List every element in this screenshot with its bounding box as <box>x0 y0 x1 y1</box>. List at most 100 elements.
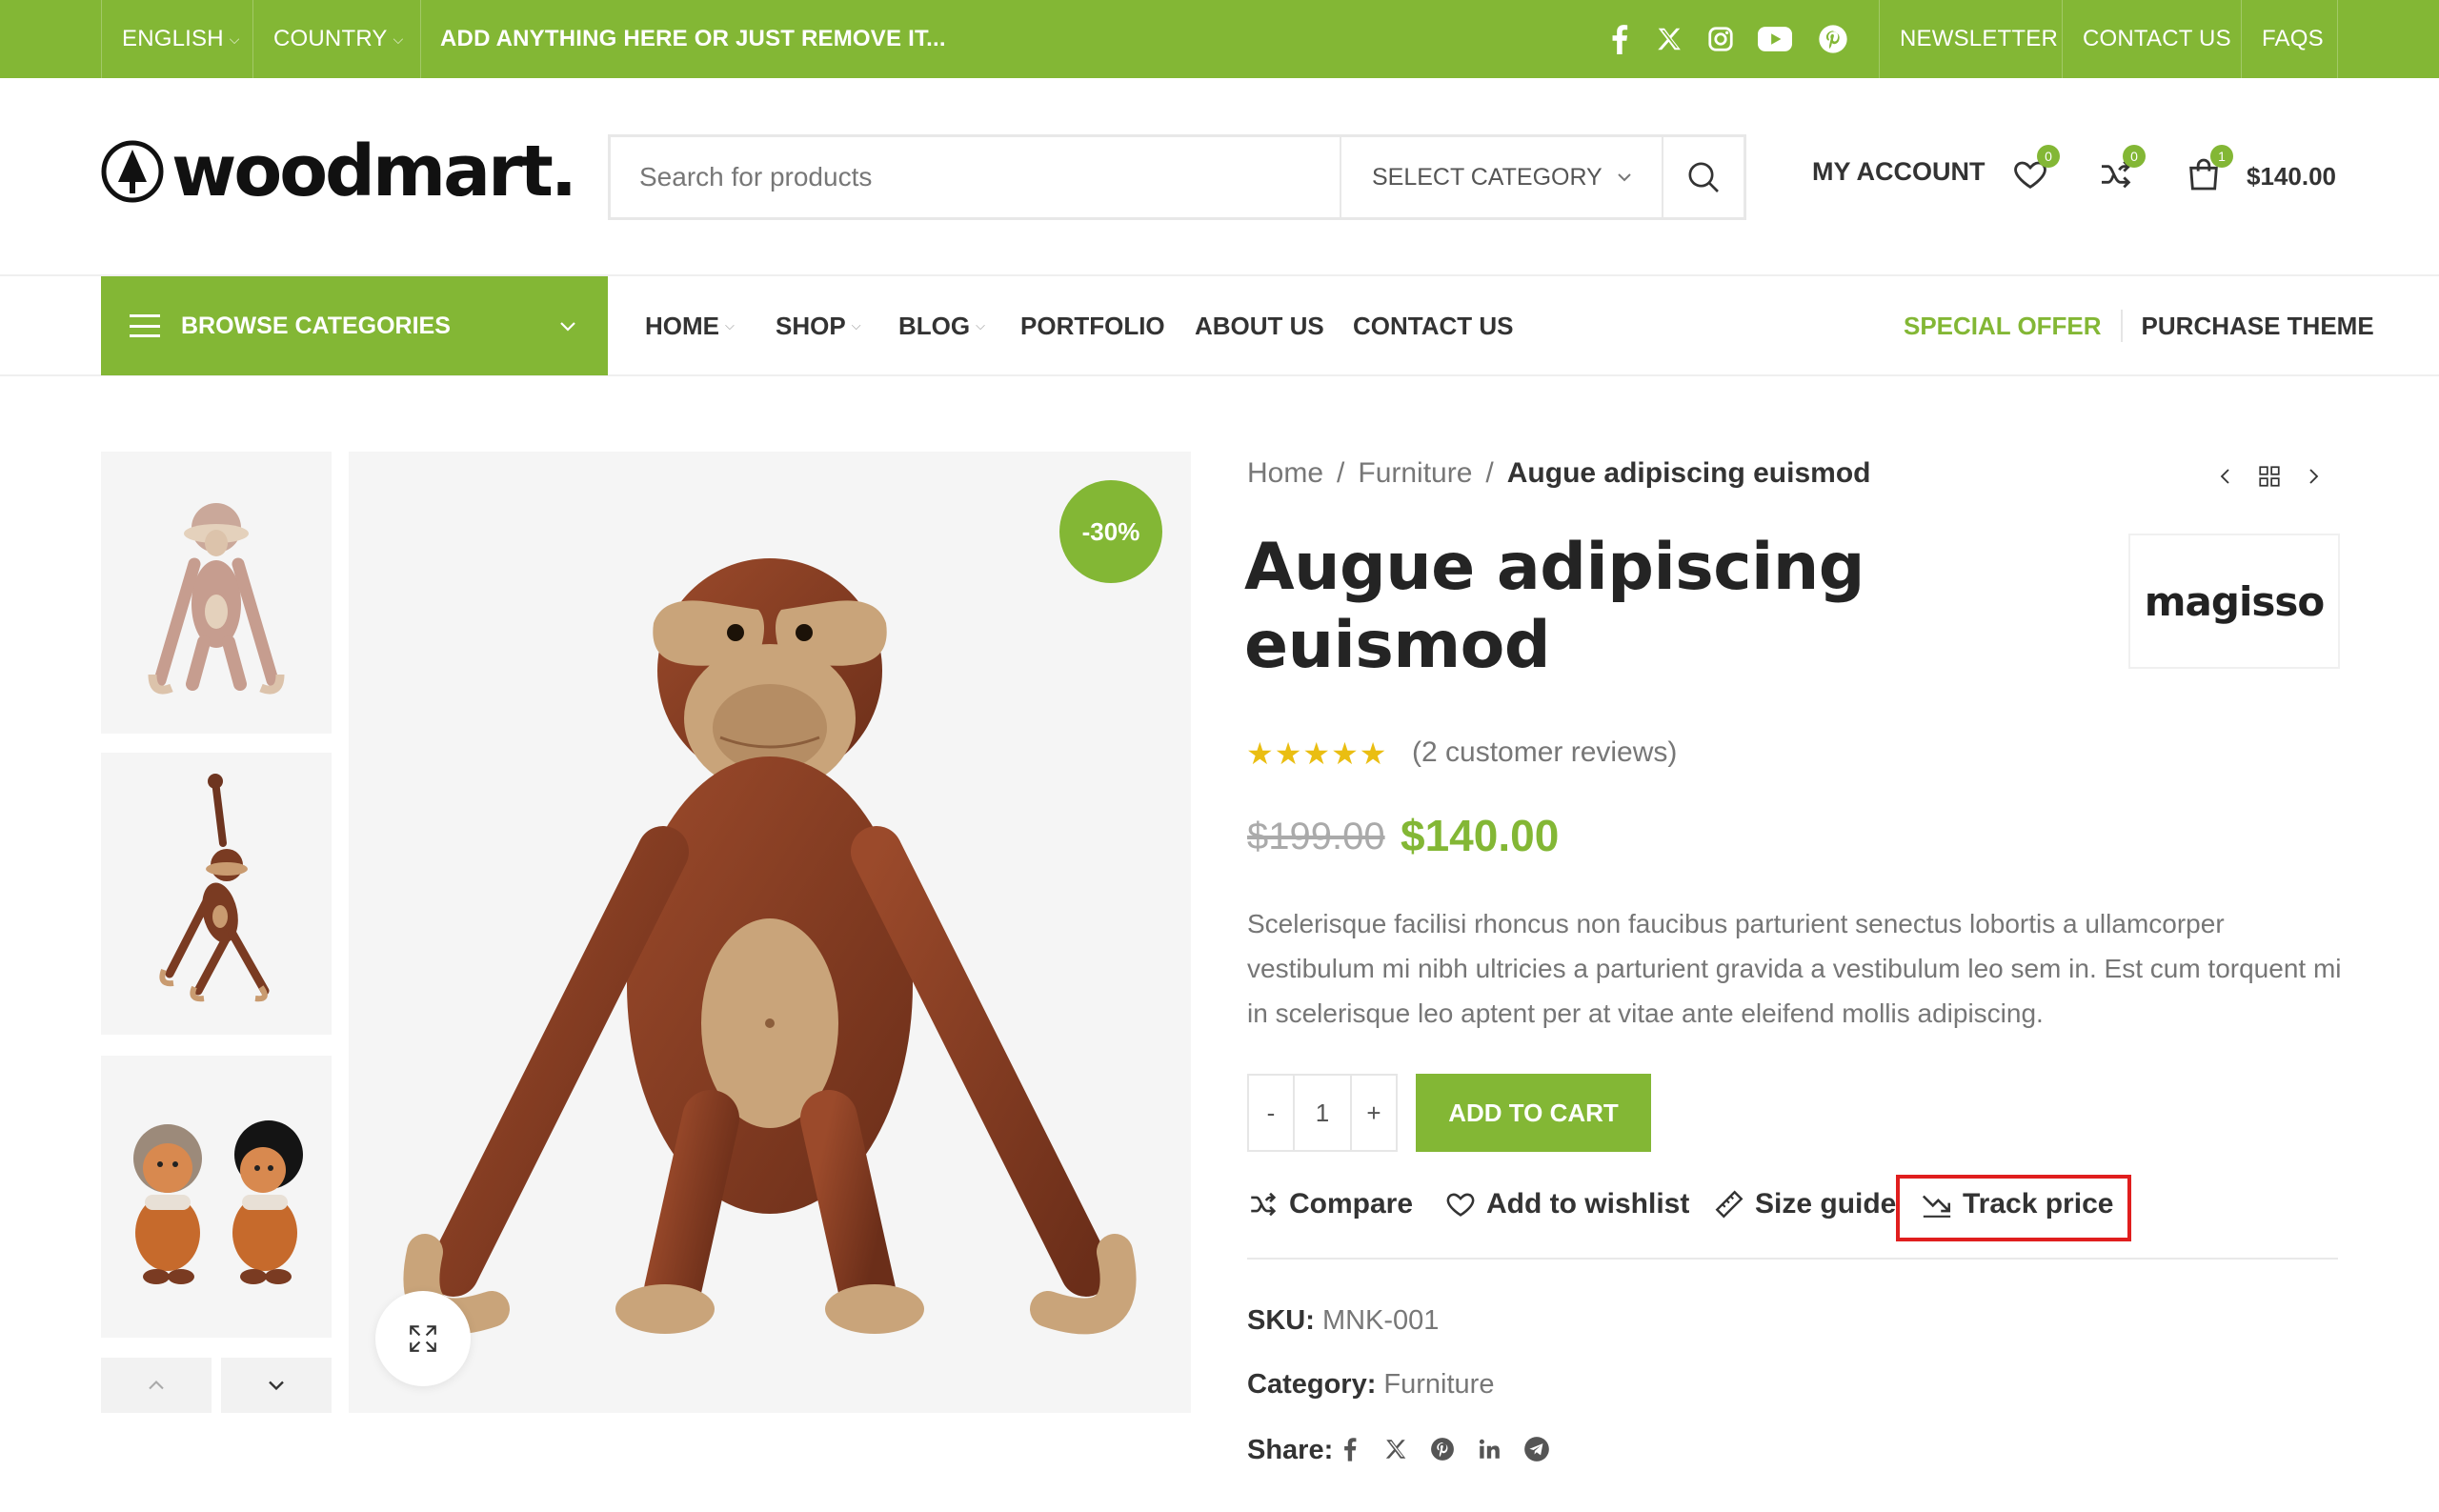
x-twitter-icon[interactable] <box>1380 1433 1412 1465</box>
nav-item-home[interactable]: HOME ⌵ <box>645 276 735 375</box>
browse-categories-button[interactable]: BROWSE CATEGORIES <box>101 276 608 375</box>
search-form: SELECT CATEGORY <box>608 134 1746 220</box>
nav-item-contact-us[interactable]: CONTACT US <box>1353 276 1514 375</box>
compare-count-badge: 0 <box>2123 145 2146 168</box>
faqs-link[interactable]: FAQS <box>2262 0 2324 78</box>
product-description: Scelerisque facilisi rhoncus non faucibu… <box>1247 909 2342 1028</box>
language-select[interactable]: ENGLISH ⌵ <box>122 0 240 78</box>
thumbnails-next-button[interactable] <box>221 1358 332 1413</box>
logo-text: woodmart. <box>171 131 577 212</box>
my-account-link[interactable]: MY ACCOUNT <box>1812 157 1985 187</box>
quantity-input[interactable]: 1 <box>1293 1076 1352 1150</box>
compare-action[interactable]: Compare <box>1247 1179 1413 1229</box>
country-label: COUNTRY <box>273 26 388 51</box>
quantity-decrease-button[interactable]: - <box>1249 1076 1293 1150</box>
add-to-wishlist-action[interactable]: Add to wishlist <box>1444 1179 1689 1229</box>
chevron-down-icon: ⌵ <box>851 318 861 333</box>
ruler-icon <box>1715 1190 1744 1219</box>
shuffle-icon <box>1251 1192 1277 1217</box>
product-thumbnail[interactable] <box>101 452 332 734</box>
star-rating: ★★★★★ <box>1246 736 1388 771</box>
facebook-icon[interactable] <box>1601 20 1639 58</box>
telegram-icon[interactable] <box>1521 1433 1553 1465</box>
youtube-icon[interactable] <box>1756 20 1794 58</box>
breadcrumb-furniture[interactable]: Furniture <box>1358 457 1472 489</box>
search-icon <box>1688 162 1719 192</box>
pinterest-icon[interactable] <box>1426 1433 1459 1465</box>
divider <box>1247 1258 2338 1260</box>
chevron-right-icon <box>2309 469 2319 484</box>
country-select[interactable]: COUNTRY ⌵ <box>273 0 403 78</box>
top-bar: ENGLISH ⌵ COUNTRY ⌵ ADD ANYTHING HERE OR J… <box>0 0 2439 78</box>
browse-categories-label: BROWSE CATEGORIES <box>181 312 451 339</box>
divider <box>2120 310 2123 342</box>
chevron-down-icon: ⌵ <box>976 318 985 333</box>
figures-thumbnail-image <box>133 1120 303 1284</box>
x-twitter-icon[interactable] <box>1650 20 1688 58</box>
nav-item-shop[interactable]: SHOP ⌵ <box>776 276 861 375</box>
cart-button[interactable]: 1 <box>2182 145 2233 196</box>
compare-button[interactable]: 0 <box>2094 145 2146 196</box>
product-title: Augue adipiscing euismod <box>1244 530 1865 683</box>
purchase-theme-link[interactable]: PURCHASE THEME <box>2142 312 2374 341</box>
wooden-monkey-image <box>403 558 1137 1335</box>
product-thumbnail[interactable] <box>101 1056 332 1338</box>
quantity-increase-button[interactable]: + <box>1352 1076 1396 1150</box>
site-logo[interactable]: woodmart. <box>101 131 577 212</box>
expand-icon <box>410 1325 436 1352</box>
hanging-monkey-thumbnail-image <box>159 774 270 1002</box>
nav-item-label: BLOG <box>898 311 971 340</box>
add-to-cart-button[interactable]: ADD TO CART <box>1416 1074 1651 1152</box>
cart-total[interactable]: $140.00 <box>2247 162 2336 192</box>
back-to-shop-button[interactable] <box>2252 459 2287 494</box>
divider <box>2337 0 2338 78</box>
sale-price: $140.00 <box>1401 811 1560 860</box>
instagram-icon[interactable] <box>1702 20 1740 58</box>
zoom-button[interactable] <box>375 1291 471 1386</box>
category-row: Category: Furniture <box>1247 1369 1494 1401</box>
promo-text: ADD ANYTHING HERE OR JUST REMOVE IT... <box>440 26 946 51</box>
linkedin-icon[interactable] <box>1473 1433 1505 1465</box>
search-input[interactable] <box>611 137 1340 217</box>
divider <box>1879 0 1880 78</box>
chevron-down-icon: ⌵ <box>393 30 404 47</box>
nav-item-label: SHOP <box>776 311 846 340</box>
menu-icon <box>130 314 160 337</box>
grid-icon <box>2259 466 2280 487</box>
chevron-down-icon <box>269 1381 284 1391</box>
sale-badge: -30% <box>1059 480 1162 583</box>
size-guide-label: Size guide <box>1755 1188 1897 1220</box>
category-select[interactable]: SELECT CATEGORY <box>1340 137 1662 217</box>
size-guide-action[interactable]: Size guide <box>1713 1179 1896 1229</box>
nav-item-blog[interactable]: BLOG ⌵ <box>898 276 985 375</box>
compare-label: Compare <box>1289 1188 1414 1220</box>
divider <box>252 0 253 78</box>
contact-us-link[interactable]: CONTACT US <box>2083 0 2231 78</box>
divider <box>2241 0 2242 78</box>
brand-name: magisso <box>2144 577 2325 625</box>
prev-product-button[interactable] <box>2208 459 2243 494</box>
breadcrumb-home[interactable]: Home <box>1247 457 1323 489</box>
product-thumbnail[interactable] <box>101 753 332 1035</box>
pinterest-icon[interactable] <box>1814 20 1852 58</box>
wishlist-count-badge: 0 <box>2037 145 2060 168</box>
search-button[interactable] <box>1662 137 1744 217</box>
thumbnails-prev-button[interactable] <box>101 1358 212 1413</box>
reviews-link[interactable]: (2 customer reviews) <box>1412 736 1677 769</box>
main-product-image[interactable] <box>349 452 1191 1413</box>
nav-item-portfolio[interactable]: PORTFOLIO <box>1020 276 1165 375</box>
wishlist-button[interactable]: 0 <box>2008 145 2060 196</box>
special-offer-link[interactable]: SPECIAL OFFER <box>1904 312 2102 341</box>
next-product-button[interactable] <box>2296 459 2330 494</box>
track-price-highlight <box>1896 1175 2131 1241</box>
chevron-left-icon <box>2220 469 2229 484</box>
nav-item-about-us[interactable]: ABOUT US <box>1195 276 1324 375</box>
chevron-down-icon: ⌵ <box>229 30 240 47</box>
nav-right: SPECIAL OFFER PURCHASE THEME <box>1904 276 2374 375</box>
facebook-icon[interactable] <box>1334 1433 1366 1465</box>
language-label: ENGLISH <box>122 26 224 51</box>
sku-row: SKU: MNK-001 <box>1247 1305 1439 1337</box>
category-link[interactable]: Furniture <box>1383 1369 1494 1400</box>
newsletter-link[interactable]: NEWSLETTER <box>1900 0 2058 78</box>
brand-logo[interactable]: magisso <box>2128 534 2340 669</box>
